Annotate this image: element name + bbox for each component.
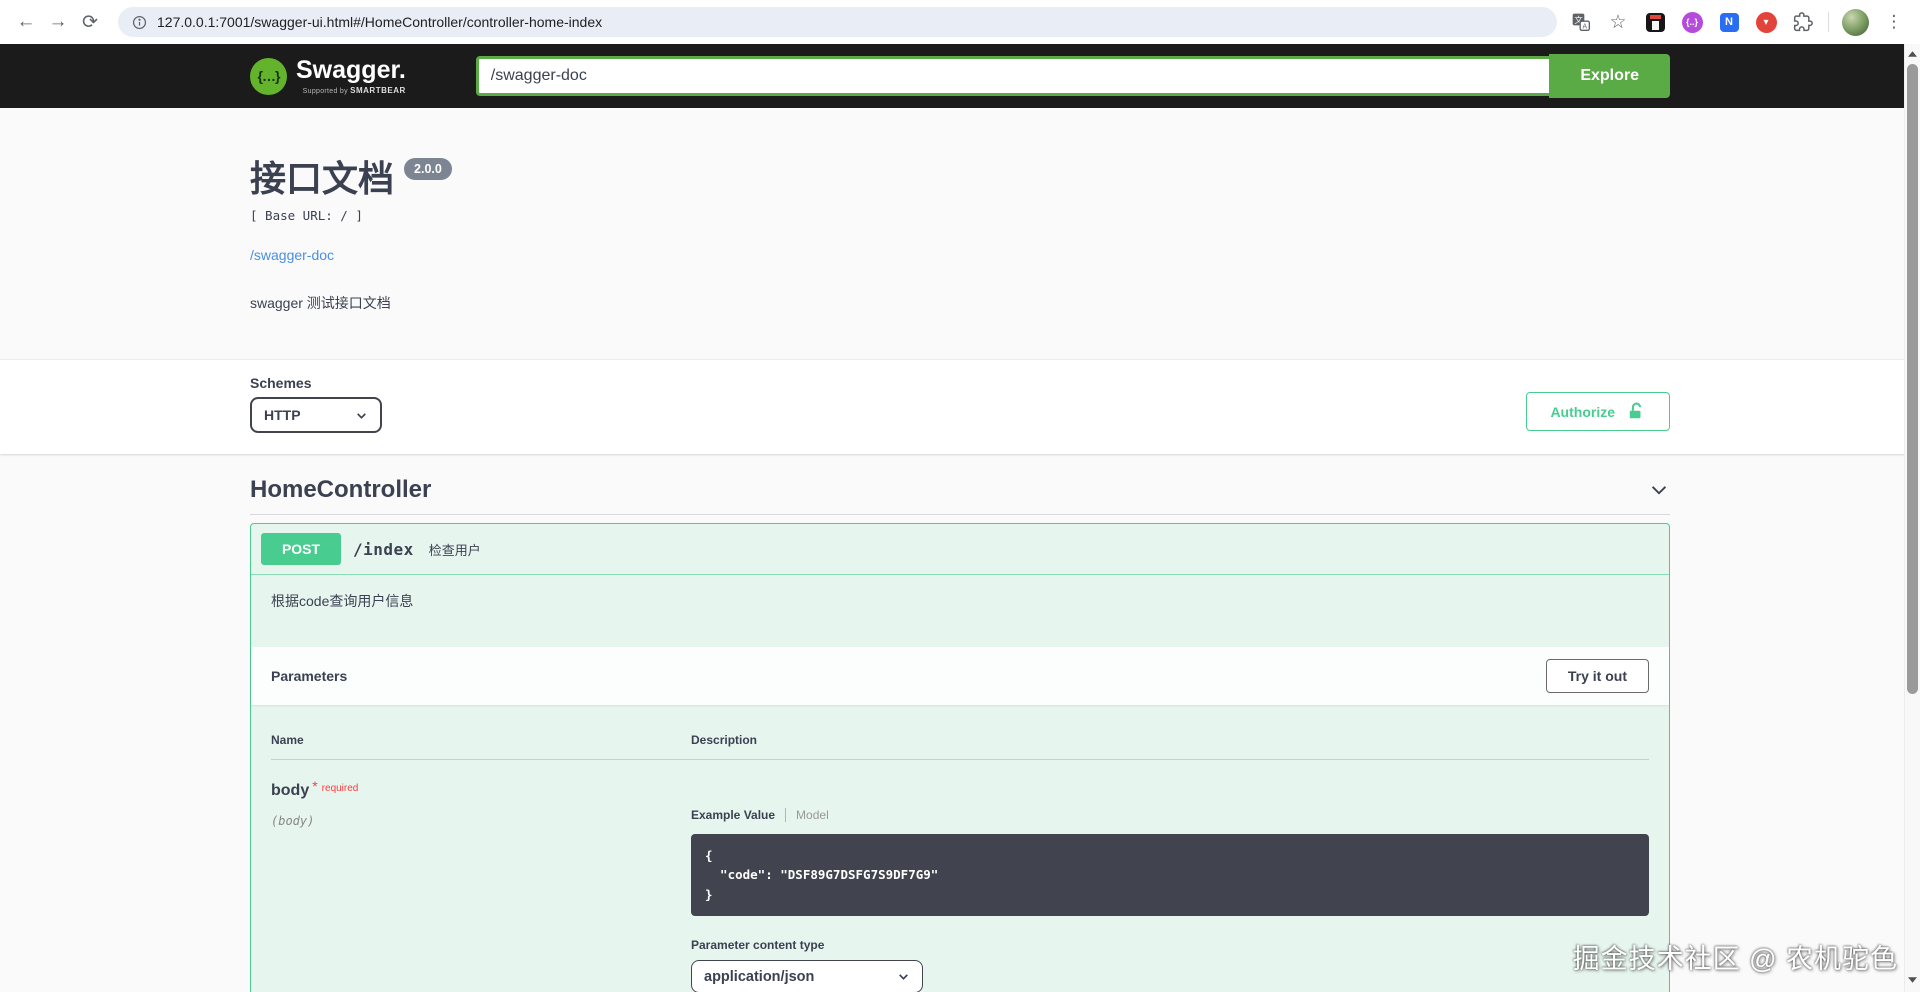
browser-menu-icon[interactable]: ⋮ (1882, 10, 1906, 34)
base-url: [ Base URL: / ] (250, 208, 1670, 223)
parameter-location: (body) (271, 814, 691, 828)
code-line: { (705, 846, 1635, 865)
toolbar-divider (1828, 12, 1829, 32)
url-text: 127.0.0.1:7001/swagger-ui.html#/HomeCont… (157, 14, 602, 30)
description-column-header: Description (691, 733, 1649, 747)
operations-section: HomeController POST /index 检查用户 根据code查询… (250, 454, 1670, 992)
explore-button[interactable]: Explore (1549, 54, 1670, 98)
content-type-value: application/json (704, 969, 814, 985)
method-badge: POST (261, 533, 341, 565)
tab-model[interactable]: Model (796, 808, 829, 822)
blue-extension-icon[interactable]: N (1717, 10, 1741, 34)
browser-toolbar: ← → ⟳ 127.0.0.1:7001/swagger-ui.html#/Ho… (0, 0, 1920, 44)
scrollbar-thumb[interactable] (1907, 64, 1918, 694)
reload-icon[interactable]: ⟳ (74, 6, 106, 38)
swagger-topbar: {…} Swagger. Supported by SMARTBEAR Expl… (0, 44, 1920, 108)
scrollbar-down-icon[interactable] (1905, 972, 1920, 988)
version-badge: 2.0.0 (404, 158, 452, 180)
spec-doc-link[interactable]: /swagger-doc (250, 247, 334, 263)
code-line: } (705, 885, 1635, 904)
controller-tag-title: HomeController (250, 476, 431, 504)
try-it-out-button[interactable]: Try it out (1546, 659, 1649, 693)
opblock-post-index: POST /index 检查用户 根据code查询用户信息 Parameters… (250, 523, 1670, 992)
unlock-icon (1627, 402, 1646, 421)
site-info-icon[interactable] (132, 15, 147, 30)
url-bar[interactable]: 127.0.0.1:7001/swagger-ui.html#/HomeCont… (118, 7, 1557, 37)
chevron-down-icon (897, 970, 910, 983)
content-type-select[interactable]: application/json (691, 960, 923, 992)
forward-icon[interactable]: → (42, 6, 74, 38)
spec-url-input[interactable] (476, 56, 1550, 96)
profile-avatar[interactable] (1842, 9, 1869, 36)
parameters-header: Parameters Try it out (251, 647, 1669, 705)
controller-tag-row[interactable]: HomeController (250, 454, 1670, 515)
authorize-button[interactable]: Authorize (1526, 392, 1670, 431)
schemes-select[interactable]: HTTP (250, 397, 382, 433)
example-value-code-block[interactable]: { "code": "DSF89G7DSFG7S9DF7G9" } (691, 834, 1649, 916)
operation-path: /index (353, 540, 414, 559)
translate-icon[interactable]: 文 A (1569, 10, 1593, 34)
back-icon[interactable]: ← (10, 6, 42, 38)
operation-summary: 检查用户 (429, 540, 481, 559)
scheme-container: Schemes HTTP Authorize (0, 359, 1920, 454)
svg-text:A: A (1582, 23, 1587, 31)
parameter-row: body* required (body) Example Value Model… (271, 760, 1649, 992)
parameter-name: body (271, 782, 309, 799)
name-column-header: Name (271, 733, 691, 747)
dark-extension-icon[interactable] (1643, 10, 1667, 34)
api-description: swagger 测试接口文档 (250, 293, 1670, 313)
chevron-down-icon (355, 409, 368, 422)
schemes-selected-value: HTTP (264, 407, 301, 423)
tab-example-value[interactable]: Example Value (691, 808, 775, 822)
authorize-label: Authorize (1550, 404, 1615, 420)
collapse-chevron-icon[interactable] (1648, 479, 1670, 501)
parameters-body: Name Description body* required (body) Ex… (251, 705, 1669, 992)
model-tabs: Example Value Model (691, 808, 1649, 822)
swagger-logo-icon: {…} (250, 58, 287, 95)
operation-description: 根据code查询用户信息 (251, 575, 1669, 647)
smartbear-byline: Supported by SMARTBEAR (303, 86, 406, 95)
red-extension-icon[interactable]: ▾ (1754, 10, 1778, 34)
scrollbar-up-icon[interactable] (1905, 46, 1920, 62)
extensions-puzzle-icon[interactable] (1791, 10, 1815, 34)
tab-divider (785, 808, 786, 822)
page-scrollbar[interactable] (1904, 44, 1920, 992)
api-info-section: 接口文档 2.0.0 [ Base URL: / ] /swagger-doc s… (0, 108, 1920, 359)
required-star: * (312, 778, 317, 794)
bookmark-star-icon[interactable]: ☆ (1606, 10, 1630, 34)
required-label: required (322, 783, 359, 794)
schemes-label: Schemes (250, 375, 382, 391)
code-line: "code": "DSF89G7DSFG7S9DF7G9" (705, 865, 1635, 884)
purple-extension-icon[interactable]: {..} (1680, 10, 1704, 34)
api-title: 接口文档 (250, 150, 394, 202)
opblock-summary[interactable]: POST /index 检查用户 (251, 524, 1669, 575)
swagger-logo: {…} Swagger. Supported by SMARTBEAR (250, 58, 406, 95)
swagger-logo-text: Swagger. (296, 58, 406, 83)
content-type-label: Parameter content type (691, 938, 1649, 952)
parameters-title: Parameters (271, 668, 347, 684)
